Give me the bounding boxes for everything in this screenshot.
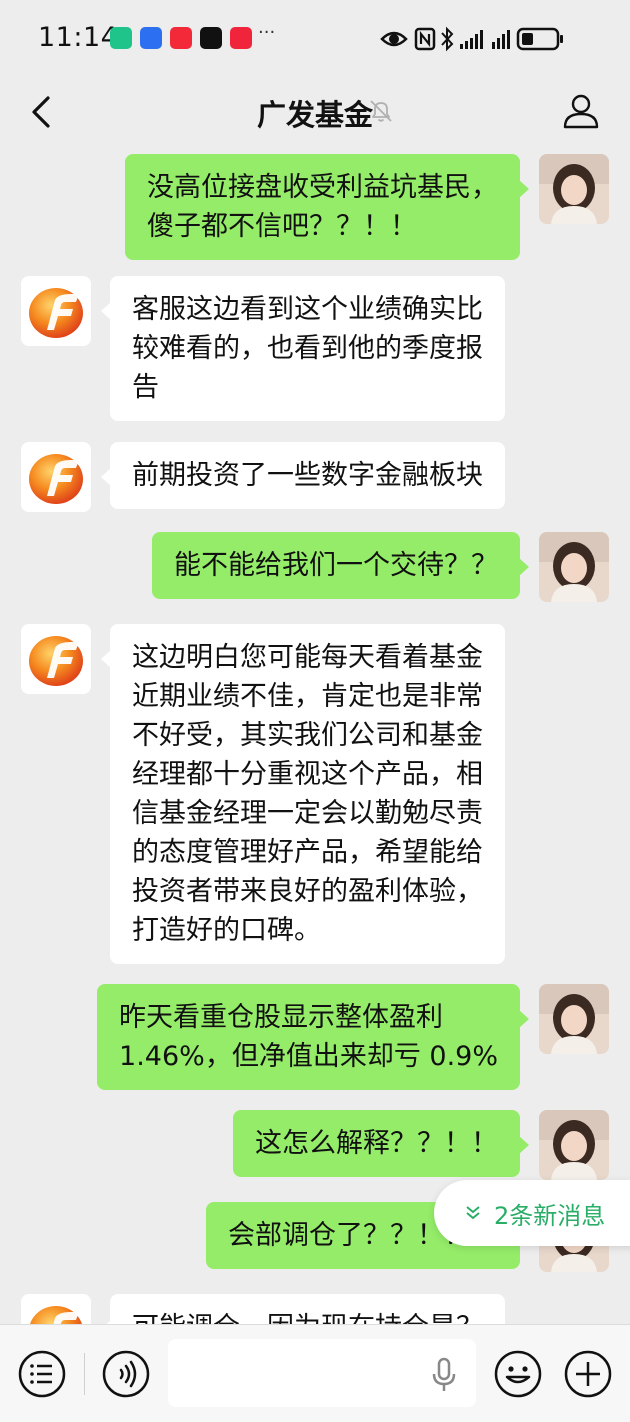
gf-fund-avatar[interactable] [21,442,91,512]
user-photo-icon [539,1110,609,1180]
message-bubble-self[interactable]: 能不能给我们一个交待？？ [152,532,529,599]
eye-icon [380,31,408,47]
profile-icon[interactable] [562,92,600,130]
emoji-icon[interactable] [493,1349,543,1399]
app-red-shop-icon [230,27,252,49]
gf-logo-icon [21,624,91,694]
muted-bell-icon [370,100,392,122]
chat-title: 广发基金 [256,98,373,132]
message-bubble-other[interactable]: 客服这边看到这个业绩确实比 较难看的，也看到他的季度报 告 [101,276,505,421]
status-indicators [380,26,563,52]
microphone-icon[interactable] [430,1357,458,1393]
app-red-video-icon [170,27,192,49]
menu-list-icon[interactable] [17,1349,67,1399]
user-photo-icon [539,154,609,224]
gf-fund-avatar[interactable] [21,1294,91,1324]
voice-mode-icon[interactable] [101,1349,151,1399]
new-messages-label: 2条新消息 [494,1201,606,1230]
chat-area[interactable]: 没高位接盘收受利益坑基民， 傻子都不信吧？？！！ 客服这边看到这个业绩确实比 较… [0,150,630,1324]
message-bubble-self[interactable]: 这怎么解释？？！！ [233,1110,529,1177]
user-photo-icon [539,532,609,602]
signal-1-icon [460,30,483,49]
user-avatar[interactable] [539,154,609,224]
user-avatar[interactable] [539,1110,609,1180]
gf-logo-icon [21,442,91,512]
app-green-icon [110,27,132,49]
message-bubble-other[interactable]: 前期投资了一些数字金融板块 [101,442,505,509]
input-bar [0,1324,630,1422]
app-blue-icon [140,27,162,49]
user-avatar[interactable] [539,532,609,602]
status-more-icon: ··· [258,22,276,43]
message-bubble-other[interactable]: 可能调仓，因为现在持仓是？ [101,1294,505,1324]
input-divider [84,1353,85,1395]
gf-logo-icon [21,276,91,346]
status-time: 11:14 [38,22,119,53]
message-bubble-self[interactable]: 昨天看重仓股显示整体盈利 1.46%，但净值出来却亏 0.9% [97,984,529,1090]
user-avatar[interactable] [539,984,609,1054]
app-capcut-icon [200,27,222,49]
status-bar: 11:14 ··· [0,0,630,78]
gf-logo-icon [21,1294,91,1324]
battery-icon [516,27,563,51]
double-chevron-down-icon [466,1206,480,1220]
message-bubble-self[interactable]: 没高位接盘收受利益坑基民， 傻子都不信吧？？！！ [125,154,529,260]
bluetooth-icon [441,26,454,52]
gf-fund-avatar[interactable] [21,624,91,694]
message-bubble-other[interactable]: 这边明白您可能每天看着基金 近期业绩不佳，肯定也是非常 不好受，其实我们公司和基… [101,624,505,964]
nfc-icon [414,27,436,51]
user-photo-icon [539,984,609,1054]
plus-more-icon[interactable] [563,1349,613,1399]
nav-bar: 广发基金 [0,78,630,150]
gf-fund-avatar[interactable] [21,276,91,346]
new-messages-button[interactable]: 2条新消息 [434,1180,630,1246]
signal-2-icon [492,30,510,49]
